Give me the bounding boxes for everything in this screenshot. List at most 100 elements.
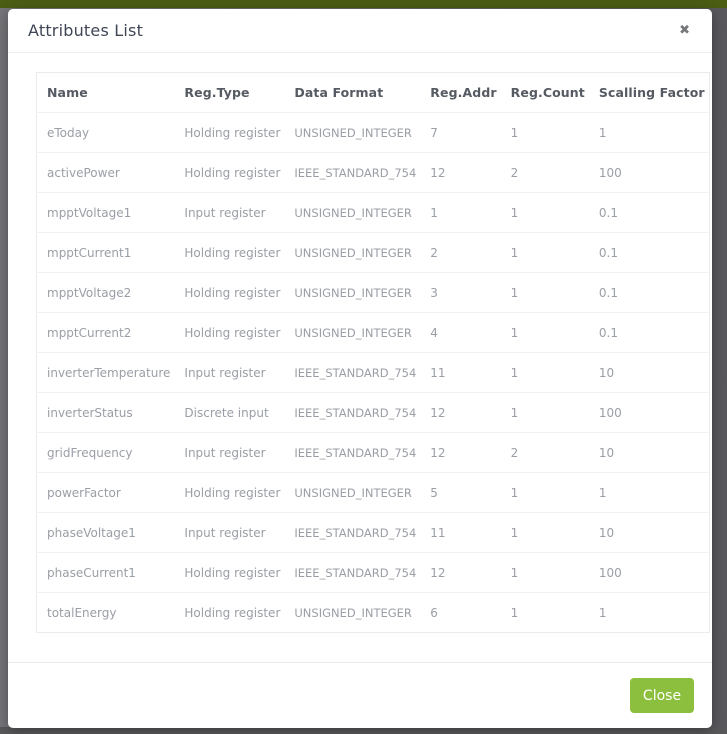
table-cell: mpptCurrent2 [36, 312, 175, 353]
table-cell: activePower [36, 152, 175, 193]
table-cell: 12 [420, 392, 501, 433]
table-cell: inverterStatus [36, 392, 175, 433]
table-cell: 0.1 [588, 232, 710, 273]
close-icon[interactable]: ✖ [675, 20, 694, 41]
table-cell: UNSIGNED_INTEGER [284, 592, 421, 633]
page-header-bar [0, 0, 727, 8]
table-cell: 1 [500, 552, 589, 593]
table-cell: Holding register [174, 552, 285, 593]
table-cell: 1 [500, 352, 589, 393]
table-cell: IEEE_STANDARD_754 [284, 432, 421, 473]
table-cell: Holding register [174, 112, 285, 153]
table-cell: 12 [420, 152, 501, 193]
table-cell: 1 [500, 512, 589, 553]
table-cell: Holding register [174, 592, 285, 633]
table-cell: mpptCurrent1 [36, 232, 175, 273]
table-cell: 12 [420, 432, 501, 473]
table-cell: phaseVoltage1 [36, 512, 175, 553]
column-header: Reg.Addr [430, 85, 497, 100]
table-cell: UNSIGNED_INTEGER [284, 472, 421, 513]
table-cell: 0.1 [588, 272, 710, 313]
table-cell: Input register [174, 432, 285, 473]
table-cell: UNSIGNED_INTEGER [284, 272, 421, 313]
table-cell: mpptVoltage1 [36, 192, 175, 233]
table-cell: 12 [420, 552, 501, 593]
table-cell: Holding register [174, 232, 285, 273]
table-cell: 1 [588, 112, 710, 153]
table-cell: UNSIGNED_INTEGER [284, 232, 421, 273]
table-row: inverterTemperature Input register IEEE_ST… [36, 352, 710, 393]
table-cell: 100 [588, 392, 710, 433]
table-cell: inverterTemperature [36, 352, 175, 393]
table-cell: 2 [500, 432, 589, 473]
table-row: phaseVoltage1 Input register IEEE_STANDARD… [36, 512, 710, 553]
table-cell: totalEnergy [36, 592, 175, 633]
table-cell: 0.1 [588, 192, 710, 233]
table-row: totalEnergy Holding register UNSIGNED_INTE… [36, 592, 710, 633]
table-cell: 3 [420, 272, 501, 313]
column-header: Data Format [294, 85, 384, 100]
dialog-header: Attributes List ✖ [8, 9, 712, 53]
table-cell: Input register [174, 352, 285, 393]
table-cell: powerFactor [36, 472, 175, 513]
table-row: inverterStatus Discrete input IEEE_STANDAR… [36, 392, 710, 433]
dialog-footer: Close [8, 662, 712, 728]
table-cell: 1 [500, 472, 589, 513]
table-cell: phaseCurrent1 [36, 552, 175, 593]
table-cell: 2 [420, 232, 501, 273]
column-header: Reg.Type [184, 85, 250, 100]
table-cell: Holding register [174, 312, 285, 353]
table-cell: 100 [588, 552, 710, 593]
table-cell: 2 [500, 152, 589, 193]
table-cell: 4 [420, 312, 501, 353]
table-cell: 10 [588, 432, 710, 473]
table-cell: Holding register [174, 152, 285, 193]
dialog-title: Attributes List [28, 21, 144, 40]
column-header: Reg.Count [510, 85, 585, 100]
table-cell: 11 [420, 352, 501, 393]
table-cell: gridFrequency [36, 432, 175, 473]
table-cell: 1 [500, 392, 589, 433]
table-cell: eToday [36, 112, 175, 153]
table-row: gridFrequency Input register IEEE_STANDARD… [36, 432, 710, 473]
table-row: activePower Holding register IEEE_STANDARD… [36, 152, 710, 193]
table-cell: 10 [588, 352, 710, 393]
table-cell: 11 [420, 512, 501, 553]
table-cell: 1 [500, 592, 589, 633]
table-cell: 1 [500, 112, 589, 153]
table-cell: UNSIGNED_INTEGER [284, 312, 421, 353]
table-cell: 1 [500, 312, 589, 353]
table-cell: Holding register [174, 472, 285, 513]
table-cell: IEEE_STANDARD_754 [284, 552, 421, 593]
table-cell: Holding register [174, 272, 285, 313]
table-cell: UNSIGNED_INTEGER [284, 192, 421, 233]
table-cell: 0.1 [588, 312, 710, 353]
table-cell: Input register [174, 512, 285, 553]
table-cell: IEEE_STANDARD_754 [284, 512, 421, 553]
table-row: mpptCurrent1 Holding register UNSIGNED_INT… [36, 232, 710, 273]
table-cell: IEEE_STANDARD_754 [284, 352, 421, 393]
table-header-row: Name Reg.Type Data Format Reg.Addr Reg.Count… [37, 73, 710, 113]
table-cell: 1 [588, 472, 710, 513]
close-button[interactable]: Close [630, 678, 694, 713]
table-cell: 10 [588, 512, 710, 553]
table-cell: IEEE_STANDARD_754 [284, 392, 421, 433]
table-row: mpptVoltage1 Input register UNSIGNED_INTEG… [36, 192, 710, 233]
attributes-table: Name Reg.Type Data Format Reg.Addr Reg.Count… [36, 72, 710, 633]
dialog-body: Name Reg.Type Data Format Reg.Addr Reg.Count… [8, 53, 712, 662]
attributes-list-dialog: Attributes List ✖ Name Reg.Type Data Forma… [8, 9, 712, 728]
table-cell: Input register [174, 192, 285, 233]
table-cell: 1 [500, 232, 589, 273]
table-cell: 6 [420, 592, 501, 633]
table-cell: mpptVoltage2 [36, 272, 175, 313]
table-row: mpptCurrent2 Holding register UNSIGNED_INT… [36, 312, 710, 353]
table-cell: Discrete input [174, 392, 285, 433]
table-cell: 100 [588, 152, 710, 193]
table-cell: 1 [588, 592, 710, 633]
table-cell: 7 [420, 112, 501, 153]
table-cell: 5 [420, 472, 501, 513]
page-bottom-strip [0, 727, 727, 734]
column-header: Name [47, 85, 88, 100]
column-header: Scalling Factor [598, 85, 705, 100]
table-row: mpptVoltage2 Holding register UNSIGNED_INT… [36, 272, 710, 313]
